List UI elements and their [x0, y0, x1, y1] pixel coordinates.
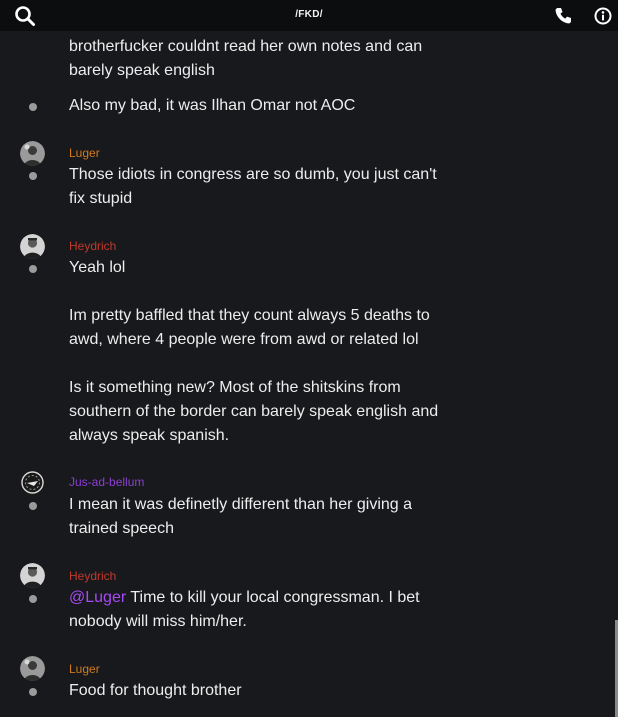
message-text: @Luger Time to kill your local congressm… — [69, 586, 420, 610]
user-mention[interactable]: @Luger — [69, 589, 126, 606]
author-name[interactable]: Luger — [69, 146, 100, 160]
message-text: I mean it was definetly different than h… — [69, 496, 413, 513]
message-text: Yeah lol — [69, 259, 126, 276]
message-text: trained speech — [69, 520, 174, 537]
message-text: barely speak english — [69, 62, 215, 79]
author-name[interactable]: Luger — [69, 662, 100, 676]
author-name[interactable]: Heydrich — [69, 569, 116, 583]
avatar[interactable] — [20, 141, 45, 166]
message-text: Also my bad, it was Ilhan Omar not AOC — [69, 97, 356, 114]
top-bar: /FKD/ — [0, 0, 618, 31]
message-text: nobody will miss him/her. — [69, 613, 247, 630]
message-text: Im pretty baffled that they count always… — [69, 307, 430, 324]
message-text: fix stupid — [69, 190, 133, 207]
info-icon[interactable] — [591, 4, 615, 28]
avatar[interactable] — [20, 470, 45, 495]
avatar[interactable] — [20, 563, 45, 588]
message-text: brotherfucker couldnt read her own notes… — [69, 38, 423, 55]
message-text: Those idiots in congress are so dumb, yo… — [69, 166, 437, 183]
channel-title: /FKD/ — [295, 9, 323, 20]
message-text: southern of the border can barely speak … — [69, 403, 439, 420]
phone-icon[interactable] — [551, 4, 575, 28]
message-bullet — [29, 172, 37, 180]
author-name[interactable]: Jus-ad-bellum — [69, 475, 144, 489]
message-text-part: Time to kill your local congressman. I b… — [126, 589, 420, 606]
message-text: Is it something new? Most of the shitski… — [69, 379, 401, 396]
message-bullet — [29, 103, 37, 111]
author-name[interactable]: Heydrich — [69, 239, 116, 253]
avatar[interactable] — [20, 656, 45, 681]
message-text: awd, where 4 people were from awd or rel… — [69, 331, 419, 348]
message-bullet — [29, 502, 37, 510]
message-feed[interactable]: brotherfucker couldnt read her own notes… — [0, 31, 618, 717]
message-text: Food for thought brother — [69, 682, 242, 699]
message-bullet — [29, 595, 37, 603]
message-text: always speak spanish. — [69, 427, 230, 444]
avatar[interactable] — [20, 234, 45, 259]
message-bullet — [29, 265, 37, 273]
message-bullet — [29, 688, 37, 696]
